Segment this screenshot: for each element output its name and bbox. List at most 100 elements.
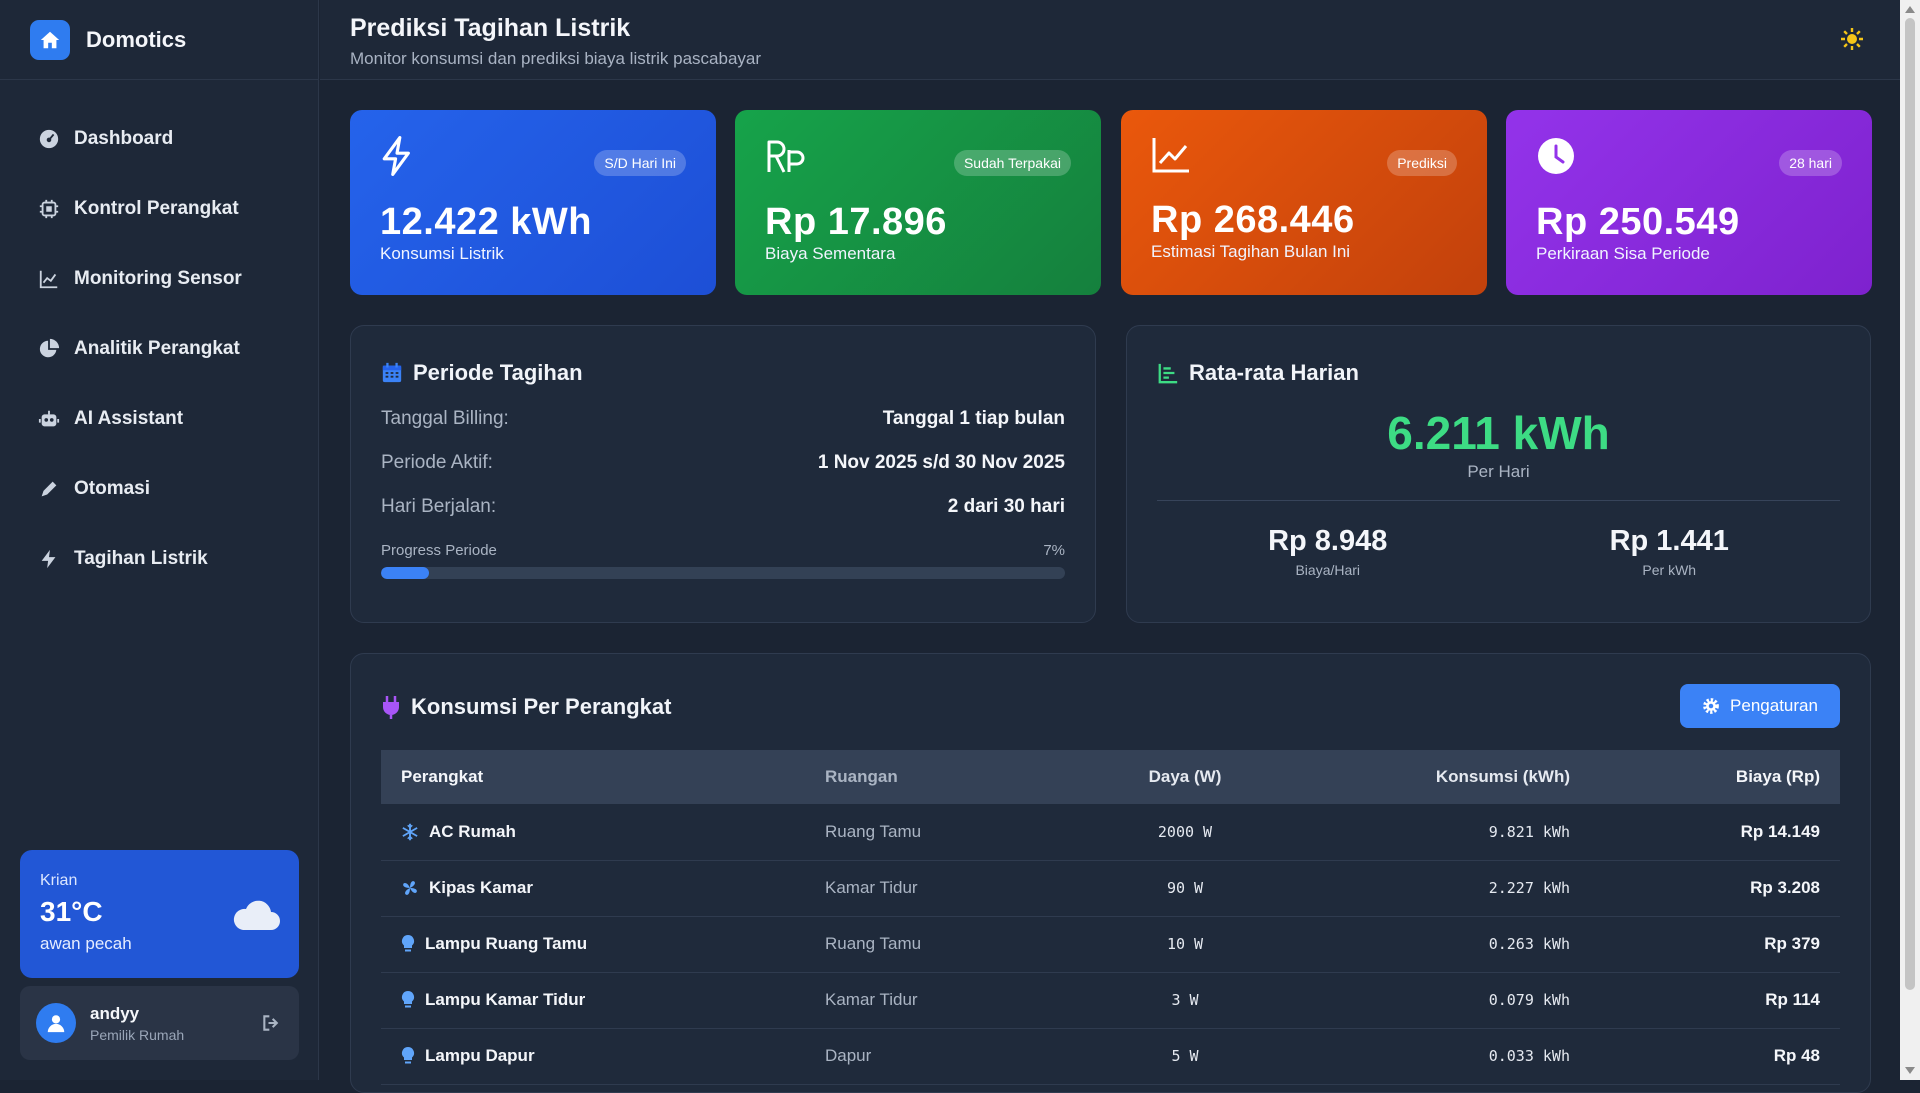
chip-icon [39, 199, 59, 219]
device-name: Kipas Kamar [429, 878, 533, 897]
device-room: Ruang Tamu [805, 916, 1065, 973]
device-power: 5 W [1065, 1028, 1305, 1085]
fan-icon [403, 881, 417, 895]
sidebar-item-label: Monitoring Sensor [74, 268, 242, 289]
logout-icon[interactable] [261, 1013, 281, 1033]
scroll-thumb[interactable] [1905, 18, 1915, 990]
device-name: Lampu Kamar Tidur [425, 990, 586, 1009]
device-power: 10 W [1065, 916, 1305, 973]
user-info: andyy Pemilik Rumah [90, 1004, 184, 1043]
home-icon [30, 19, 70, 60]
sidebar-item-label: Tagihan Listrik [74, 548, 208, 569]
progress-header: Progress Periode 7% [381, 542, 1065, 559]
stat-value: 12.422 kWh [380, 201, 592, 243]
calendar-icon [382, 362, 402, 383]
dashboard-icon [39, 129, 59, 149]
daily-rate-value: Rp 1.441 [1609, 525, 1729, 557]
scroll-down-icon[interactable] [1905, 1067, 1915, 1074]
period-value: 1 Nov 2025 s/d 30 Nov 2025 [817, 452, 1065, 473]
panel-title: Konsumsi Per Perangkat [381, 694, 1840, 720]
settings-button[interactable]: Pengaturan [1680, 684, 1840, 728]
bolt-icon [382, 136, 410, 176]
gear-icon [1703, 698, 1719, 714]
bulb-icon [401, 1046, 415, 1064]
pie-chart-icon [39, 338, 60, 358]
daily-kwh-label: Per Hari [1467, 462, 1530, 481]
sidebar-item-label: Otomasi [74, 478, 151, 499]
progress-percent: 7% [1043, 542, 1065, 559]
panel-title: Rata-rata Harian [1157, 360, 1840, 386]
stat-badge: 28 hari [1779, 150, 1842, 176]
divider [1157, 500, 1840, 501]
weather-widget: Krian 31°C awan pecah [20, 850, 299, 978]
stat-label: Konsumsi Listrik [380, 244, 504, 263]
device-power: 90 W [1065, 860, 1305, 917]
period-key: Tanggal Billing: [381, 408, 509, 429]
table-row[interactable]: Kipas Kamar Kamar Tidur 90 W 2.227 kWh R… [381, 860, 1840, 917]
column-header: Biaya (Rp) [1735, 767, 1820, 786]
device-cost: Rp 114 [1590, 972, 1840, 1029]
weather-desc: awan pecah [40, 934, 132, 953]
sidebar-item-label: Kontrol Perangkat [74, 198, 239, 219]
page-scrollbar[interactable] [1900, 0, 1920, 1080]
stat-value: Rp 17.896 [765, 201, 947, 243]
topbar: Prediksi Tagihan Listrik Monitor konsums… [320, 0, 1900, 80]
settings-label: Pengaturan [1730, 696, 1818, 715]
sidebar-item-analitik-perangkat[interactable]: Analitik Perangkat [0, 314, 318, 384]
plug-icon [383, 696, 399, 719]
sidebar-nav: Dashboard Kontrol Perangkat Monitoring S… [0, 80, 318, 594]
stat-value: Rp 268.446 [1151, 199, 1355, 241]
chart-line-icon [39, 270, 58, 289]
column-header: Ruangan [825, 767, 898, 786]
daily-rate-label: Per kWh [1642, 562, 1697, 578]
device-cost: Rp 3.208 [1590, 860, 1840, 917]
column-header: Konsumsi (kWh) [1435, 767, 1570, 786]
brand-name: Domotics [86, 26, 187, 52]
device-room: Dapur [805, 1028, 1065, 1085]
sidebar-item-tagihan-listrik[interactable]: Tagihan Listrik [0, 524, 318, 594]
stat-label: Biaya Sementara [765, 244, 896, 263]
column-header: Daya (W) [1148, 767, 1222, 786]
period-key: Hari Berjalan: [381, 496, 497, 517]
table-row[interactable]: AC Rumah Ruang Tamu 2000 W 9.821 kWh Rp … [381, 804, 1840, 861]
device-power: 3 W [1065, 972, 1305, 1029]
pencil-icon [41, 481, 57, 497]
daily-cost-label: Biaya/Hari [1295, 562, 1361, 578]
sun-icon[interactable] [1840, 27, 1864, 51]
sidebar-item-otomasi[interactable]: Otomasi [0, 454, 318, 524]
bolt-icon [41, 549, 56, 569]
device-room: Ruang Tamu [805, 804, 1065, 861]
sidebar-item-ai-assistant[interactable]: AI Assistant [0, 384, 318, 454]
period-key: Periode Aktif: [381, 452, 493, 473]
stat-card-consumption: S/D Hari Ini 12.422 kWh Konsumsi Listrik [350, 110, 716, 295]
sidebar-item-kontrol-perangkat[interactable]: Kontrol Perangkat [0, 174, 318, 244]
sidebar-item-monitoring-sensor[interactable]: Monitoring Sensor [0, 244, 318, 314]
stat-label: Perkiraan Sisa Periode [1536, 244, 1710, 263]
user-icon [47, 1015, 65, 1033]
device-name: AC Rumah [429, 821, 516, 841]
progress-fill [381, 567, 429, 579]
brand[interactable]: Domotics [0, 0, 318, 80]
table-row[interactable]: Lampu Kamar Tidur Kamar Tidur 3 W 0.079 … [381, 972, 1840, 1029]
scroll-up-icon[interactable] [1905, 6, 1915, 13]
device-name: Lampu Ruang Tamu [425, 934, 588, 953]
device-kwh: 9.821 kWh [1305, 804, 1590, 861]
stat-badge: Sudah Terpakai [953, 150, 1071, 176]
stat-label: Estimasi Tagihan Bulan Ini [1151, 242, 1351, 261]
bulb-icon [401, 990, 415, 1008]
period-value: Tanggal 1 tiap bulan [882, 408, 1065, 429]
weather-city: Krian [40, 872, 78, 889]
daily-average-panel: Rata-rata Harian 6.211 kWh Per Hari Rp 8… [1126, 325, 1871, 623]
table-row[interactable]: Lampu Dapur Dapur 5 W 0.033 kWh Rp 48 [381, 1028, 1840, 1085]
table-header: Perangkat Ruangan Daya (W) Konsumsi (kWh… [381, 750, 1840, 804]
sidebar-item-label: AI Assistant [74, 408, 184, 429]
user-card[interactable]: andyy Pemilik Rumah [20, 986, 299, 1060]
device-kwh: 2.227 kWh [1305, 860, 1590, 917]
bar-list-icon [1158, 363, 1178, 384]
table-row[interactable]: Lampu Ruang Tamu Ruang Tamu 10 W 0.263 k… [381, 916, 1840, 973]
daily-title: Rata-rata Harian [1189, 360, 1359, 385]
daily-stats-row: Rp 8.948 Biaya/Hari Rp 1.441 Per kWh [1157, 525, 1840, 578]
rupiah-icon [767, 140, 805, 173]
bulb-icon [401, 934, 415, 952]
sidebar-item-dashboard[interactable]: Dashboard [0, 104, 318, 174]
